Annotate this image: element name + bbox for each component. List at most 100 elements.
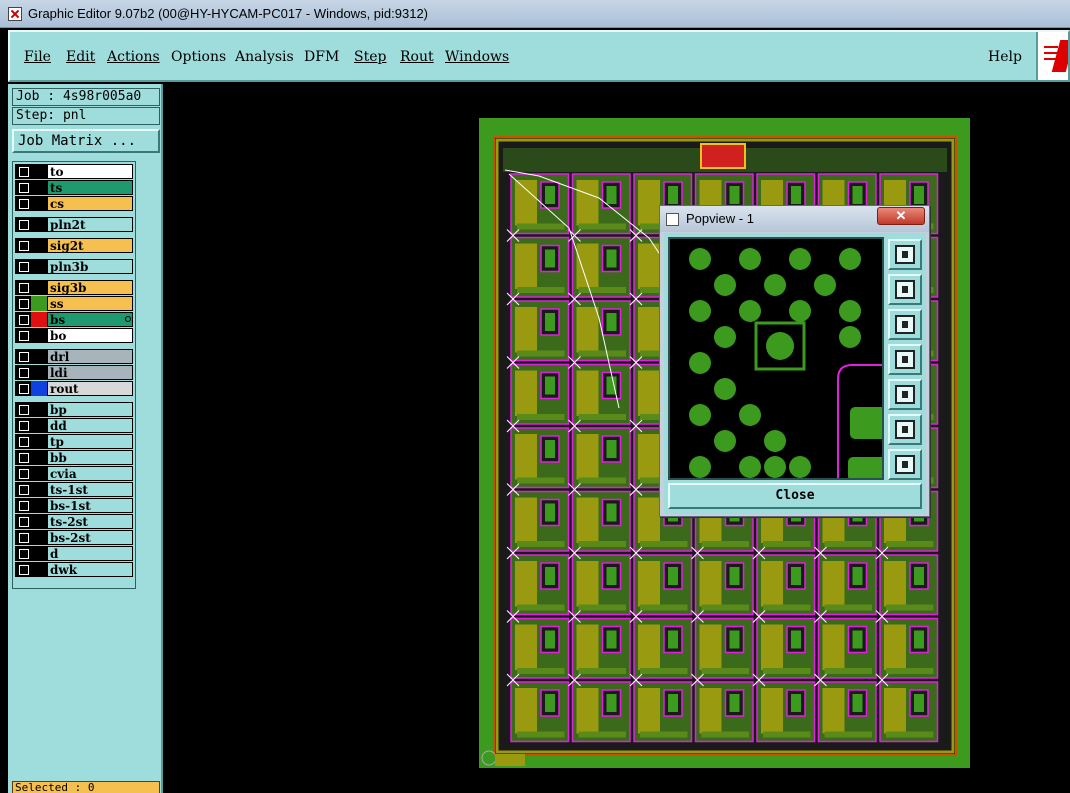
layer-checkbox[interactable] <box>15 450 31 465</box>
layer-checkbox[interactable] <box>15 328 31 343</box>
layer-checkbox[interactable] <box>15 365 31 380</box>
layer-checkbox[interactable] <box>15 312 31 327</box>
layer-checkbox[interactable] <box>15 296 31 311</box>
layer-color-swatch[interactable] <box>31 164 47 179</box>
window-close-button[interactable]: ✕ <box>877 207 925 225</box>
layer-row-to[interactable]: to <box>15 164 133 179</box>
layer-color-swatch[interactable] <box>31 418 47 433</box>
layer-name[interactable]: bo <box>47 328 133 343</box>
pan-right-icon[interactable] <box>888 379 922 410</box>
layer-row-bs-1st[interactable]: bs-1st <box>15 498 133 513</box>
layer-row-d[interactable]: d <box>15 546 133 561</box>
layer-name[interactable]: bb <box>47 450 133 465</box>
layer-row-ts[interactable]: ts <box>15 180 133 195</box>
layer-name[interactable]: cs <box>47 196 133 211</box>
layer-name[interactable]: ts <box>47 180 133 195</box>
layer-row-bo[interactable]: bo <box>15 328 133 343</box>
pan-down-icon[interactable] <box>888 309 922 340</box>
layer-row-cvia[interactable]: cvia <box>15 466 133 481</box>
zoom-home-icon[interactable] <box>888 239 922 270</box>
layer-row-bs-2st[interactable]: bs-2st <box>15 530 133 545</box>
layer-name[interactable]: cvia <box>47 466 133 481</box>
layer-color-swatch[interactable] <box>31 381 47 396</box>
zoom-out-icon[interactable] <box>888 449 922 480</box>
layer-checkbox[interactable] <box>15 217 31 232</box>
popview-close-button[interactable]: Close <box>668 483 922 509</box>
layer-checkbox[interactable] <box>15 434 31 449</box>
layer-checkbox[interactable] <box>15 196 31 211</box>
layer-name[interactable]: bp <box>47 402 133 417</box>
layer-row-ts-1st[interactable]: ts-1st <box>15 482 133 497</box>
layer-checkbox[interactable] <box>15 402 31 417</box>
job-matrix-button[interactable]: Job Matrix ... <box>12 129 160 153</box>
layer-color-swatch[interactable] <box>31 482 47 497</box>
layer-name[interactable]: sig2t <box>47 238 133 253</box>
layer-color-swatch[interactable] <box>31 466 47 481</box>
menu-help[interactable]: Help <box>988 49 1022 65</box>
layer-name[interactable]: ss <box>47 296 133 311</box>
layer-color-swatch[interactable] <box>31 562 47 577</box>
layer-color-swatch[interactable] <box>31 514 47 529</box>
layer-row-rout[interactable]: rout <box>15 381 133 396</box>
layer-row-drl[interactable]: drl <box>15 349 133 364</box>
layer-name[interactable]: tp <box>47 434 133 449</box>
layer-color-swatch[interactable] <box>31 238 47 253</box>
pan-up-icon[interactable] <box>888 274 922 305</box>
layer-name[interactable]: d <box>47 546 133 561</box>
layer-color-swatch[interactable] <box>31 296 47 311</box>
layer-checkbox[interactable] <box>15 466 31 481</box>
menu-options[interactable]: Options <box>171 49 226 65</box>
layer-row-pln3b[interactable]: pln3b <box>15 259 133 274</box>
layer-row-dwk[interactable]: dwk <box>15 562 133 577</box>
layer-name[interactable]: drl <box>47 349 133 364</box>
layer-checkbox[interactable] <box>15 562 31 577</box>
layer-name[interactable]: ts-2st <box>47 514 133 529</box>
layer-checkbox[interactable] <box>15 180 31 195</box>
layer-color-swatch[interactable] <box>31 546 47 561</box>
layer-row-sig3b[interactable]: sig3b <box>15 280 133 295</box>
layer-name[interactable]: ldi <box>47 365 133 380</box>
layer-row-ss[interactable]: ss <box>15 296 133 311</box>
layer-color-swatch[interactable] <box>31 217 47 232</box>
layer-row-bp[interactable]: bp <box>15 402 133 417</box>
layer-name[interactable]: bs <box>47 312 133 327</box>
layer-row-cs[interactable]: cs <box>15 196 133 211</box>
menu-windows[interactable]: Windows <box>445 49 509 65</box>
layer-color-swatch[interactable] <box>31 259 47 274</box>
pan-left-icon[interactable] <box>888 344 922 375</box>
layer-name[interactable]: bs-1st <box>47 498 133 513</box>
menu-rout[interactable]: Rout <box>400 49 434 65</box>
layer-name[interactable]: to <box>47 164 133 179</box>
layer-color-swatch[interactable] <box>31 180 47 195</box>
menu-edit[interactable]: Edit <box>66 49 95 65</box>
layer-color-swatch[interactable] <box>31 280 47 295</box>
layer-name[interactable]: dwk <box>47 562 133 577</box>
layer-checkbox[interactable] <box>15 381 31 396</box>
layer-row-bs[interactable]: bs <box>15 312 133 327</box>
layer-name[interactable]: bs-2st <box>47 530 133 545</box>
layer-row-tp[interactable]: tp <box>15 434 133 449</box>
layer-row-pln2t[interactable]: pln2t <box>15 217 133 232</box>
layer-color-swatch[interactable] <box>31 196 47 211</box>
layer-color-swatch[interactable] <box>31 402 47 417</box>
layer-name[interactable]: ts-1st <box>47 482 133 497</box>
layer-checkbox[interactable] <box>15 280 31 295</box>
layer-color-swatch[interactable] <box>31 530 47 545</box>
layer-name[interactable]: pln2t <box>47 217 133 232</box>
layer-color-swatch[interactable] <box>31 312 47 327</box>
layer-row-ts-2st[interactable]: ts-2st <box>15 514 133 529</box>
layer-color-swatch[interactable] <box>31 365 47 380</box>
menu-dfm[interactable]: DFM <box>304 49 339 65</box>
layer-row-sig2t[interactable]: sig2t <box>15 238 133 253</box>
layer-checkbox[interactable] <box>15 349 31 364</box>
layer-row-dd[interactable]: dd <box>15 418 133 433</box>
layer-row-ldi[interactable]: ldi <box>15 365 133 380</box>
menu-step[interactable]: Step <box>354 49 386 65</box>
layer-name[interactable]: sig3b <box>47 280 133 295</box>
menu-analysis[interactable]: Analysis <box>235 49 294 65</box>
layer-checkbox[interactable] <box>15 259 31 274</box>
layer-name[interactable]: dd <box>47 418 133 433</box>
popview-canvas[interactable] <box>668 237 884 480</box>
layer-color-swatch[interactable] <box>31 349 47 364</box>
layer-color-swatch[interactable] <box>31 498 47 513</box>
